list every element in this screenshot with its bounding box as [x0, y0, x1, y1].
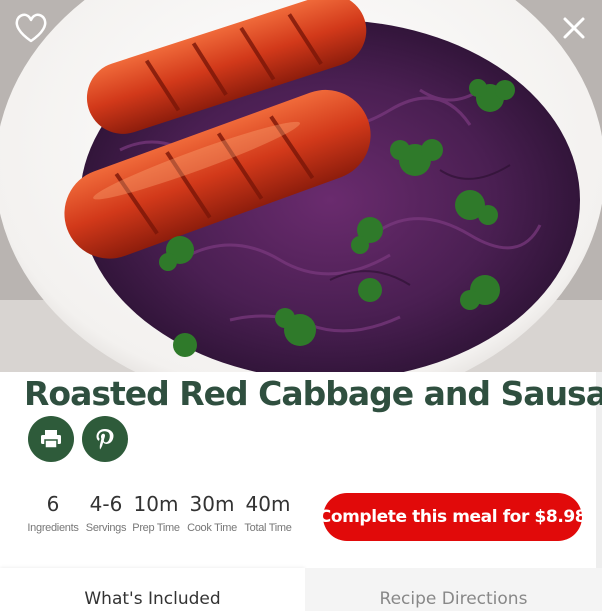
stat-label: Servings [85, 522, 127, 534]
stat-value: 6 [46, 492, 60, 516]
stat-servings: 4-6 Servings [84, 490, 128, 540]
heart-outline-icon [15, 13, 47, 43]
tab-recipe-directions[interactable]: Recipe Directions [305, 568, 602, 611]
stat-value: 4-6 [89, 492, 123, 516]
favorite-button[interactable] [14, 12, 48, 44]
recipe-photo [0, 0, 602, 372]
print-icon [41, 430, 61, 449]
recipe-modal: Roasted Red Cabbage and Sausages 6 Ingre… [0, 0, 602, 611]
stat-label: Ingredients [27, 522, 79, 534]
share-actions [28, 416, 128, 462]
close-button[interactable] [560, 14, 588, 42]
recipe-image [0, 0, 602, 372]
stat-total-time: 40m Total Time [240, 490, 296, 540]
stat-prep-time: 10m Prep Time [128, 490, 184, 540]
stat-cook-time: 30m Cook Time [184, 490, 240, 540]
tab-whats-included[interactable]: What's Included [0, 568, 305, 611]
pinterest-button[interactable] [82, 416, 128, 462]
recipe-tabs: What's Included Recipe Directions [0, 568, 602, 611]
stat-label: Total Time [244, 522, 292, 534]
complete-meal-button[interactable]: Complete this meal for $8.98 [319, 493, 587, 541]
print-button[interactable] [28, 416, 74, 462]
recipe-title: Roasted Red Cabbage and Sausages [24, 374, 602, 413]
stat-value: 40m [245, 492, 291, 516]
stat-value: 30m [189, 492, 235, 516]
recipe-stats: 6 Ingredients 4-6 Servings 10m Prep Time… [22, 490, 296, 540]
stat-label: Cook Time [187, 522, 237, 534]
stat-value: 10m [133, 492, 179, 516]
stat-label: Prep Time [132, 522, 180, 534]
close-icon [563, 17, 585, 39]
stat-ingredients: 6 Ingredients [22, 490, 84, 540]
pinterest-icon [96, 429, 114, 450]
